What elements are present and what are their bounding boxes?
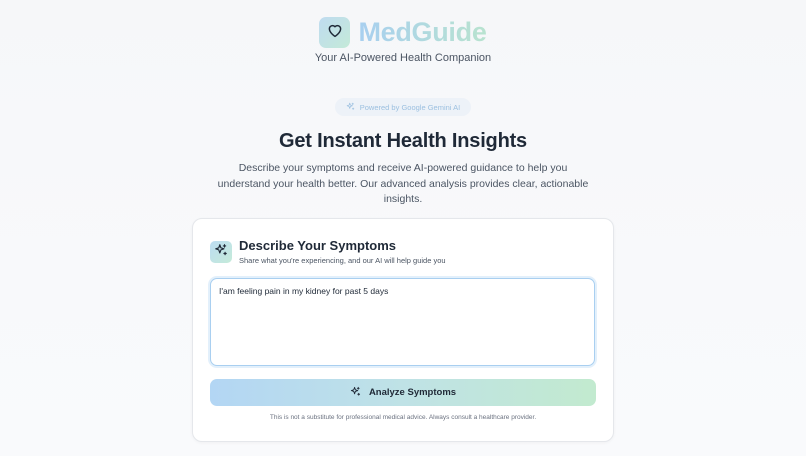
brand-tagline: Your AI-Powered Health Companion: [314, 52, 492, 64]
card-title: Describe Your Symptoms: [239, 238, 397, 253]
logo: [319, 16, 351, 48]
card-icon: [210, 241, 232, 263]
symptom-input[interactable]: I'am feeling pain in my kidney for past …: [210, 278, 595, 366]
hero-title: Get Instant Health Insights: [279, 130, 527, 152]
powered-by-badge: Powered by Google Gemini AI: [335, 98, 471, 116]
brand-header: MedGuide: [0, 16, 806, 48]
brand-name: MedGuide: [358, 17, 487, 47]
sparkles-icon: [214, 243, 228, 262]
card-subtitle: Share what you're experiencing, and our …: [239, 256, 446, 265]
analyze-symptoms-button[interactable]: Analyze Symptoms: [210, 379, 596, 406]
sparkles-icon: [350, 386, 361, 400]
hero-description: Describe your symptoms and receive AI-po…: [217, 162, 589, 205]
page: MedGuide Your AI-Powered Health Companio…: [0, 0, 806, 456]
symptom-card: Describe Your Symptoms Share what you're…: [192, 218, 614, 442]
badge-label: Powered by Google Gemini AI: [359, 102, 461, 112]
sparkles-icon: [346, 102, 355, 113]
analyze-button-label: Analyze Symptoms: [368, 387, 457, 398]
medical-disclaimer: This is not a substitute for professiona…: [269, 414, 537, 421]
heart-icon: [326, 21, 344, 44]
